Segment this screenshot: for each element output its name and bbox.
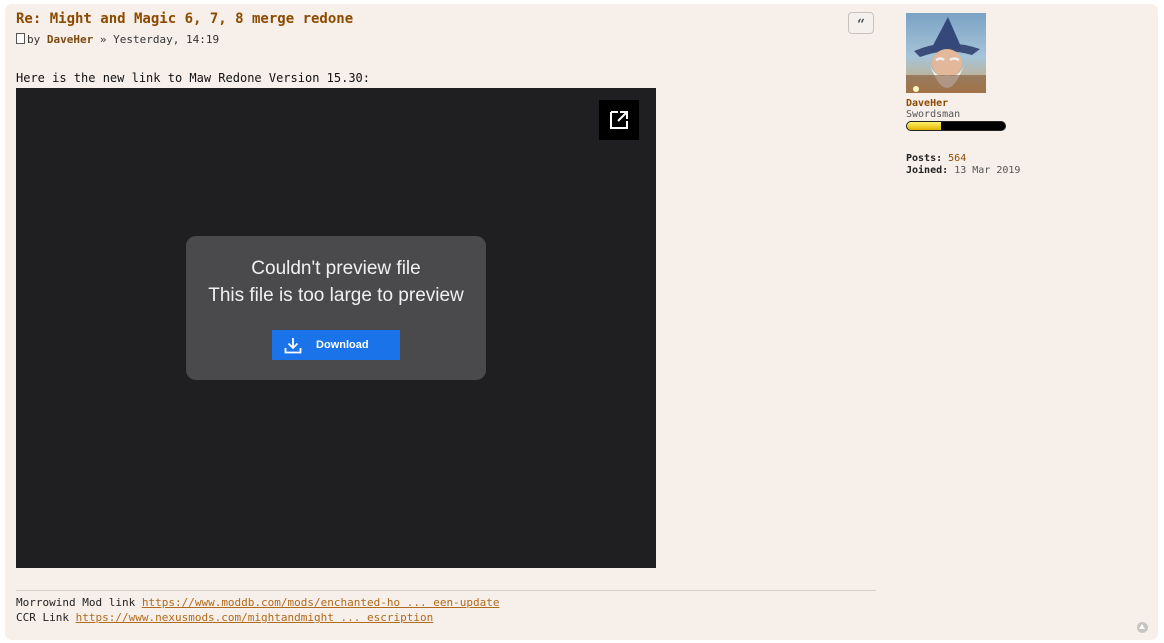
post-body-text: Here is the new link to Maw Redone Versi…	[16, 71, 371, 85]
joined-label: Joined:	[906, 165, 949, 176]
moddb-link[interactable]: https://www.moddb.com/mods/enchanted-ho …	[142, 596, 500, 609]
signature-line-morrowind: Morrowind Mod link https://www.moddb.com…	[16, 595, 876, 610]
preview-error-title: Couldn't preview file	[251, 258, 421, 279]
preview-error-card: Couldn't preview file This file is too l…	[186, 236, 486, 380]
signature: Morrowind Mod link https://www.moddb.com…	[16, 590, 876, 625]
quote-button[interactable]: “	[848, 12, 874, 34]
posts-label: Posts:	[906, 153, 943, 164]
post-author-link[interactable]: DaveHer	[47, 33, 93, 46]
post-profile: DaveHer Swordsman Posts: 564 Joined: 13 …	[906, 13, 1146, 177]
post-container: Re: Might and Magic 6, 7, 8 merge redone…	[5, 4, 1158, 640]
post-meta: by DaveHer » Yesterday, 14:19	[16, 33, 219, 46]
profile-stats: Posts: 564 Joined: 13 Mar 2019	[906, 153, 1146, 177]
profile-username[interactable]: DaveHer	[906, 98, 1146, 109]
avatar[interactable]	[906, 13, 986, 93]
open-in-new-icon	[610, 111, 628, 129]
rank-bar-fill	[907, 122, 942, 130]
rank-bar	[906, 121, 1006, 131]
post-icon[interactable]	[16, 33, 25, 44]
joined-date: 13 Mar 2019	[954, 165, 1021, 176]
file-preview-embed: Couldn't preview file This file is too l…	[16, 88, 656, 568]
nexusmods-link[interactable]: https://www.nexusmods.com/mightandmight …	[76, 611, 434, 624]
signature-label-morrowind: Morrowind Mod link	[16, 596, 136, 609]
download-button[interactable]: Download	[272, 330, 400, 360]
quote-icon: “	[856, 17, 866, 33]
profile-joined: Joined: 13 Mar 2019	[906, 165, 1146, 177]
post-time: Yesterday, 14:19	[113, 33, 220, 46]
profile-posts: Posts: 564	[906, 153, 1146, 165]
post-title[interactable]: Re: Might and Magic 6, 7, 8 merge redone	[16, 11, 353, 27]
preview-error-message: This file is too large to preview	[208, 285, 464, 306]
posts-count-link[interactable]: 564	[948, 153, 966, 164]
download-icon	[284, 338, 302, 354]
popout-button[interactable]	[599, 100, 639, 140]
post-by: by	[27, 33, 41, 46]
wizard-avatar-image	[906, 17, 986, 93]
signature-line-ccr: CCR Link https://www.nexusmods.com/might…	[16, 610, 876, 625]
back-to-top-button[interactable]	[1137, 622, 1148, 633]
signature-label-ccr: CCR Link	[16, 611, 69, 624]
meta-separator: »	[99, 33, 107, 46]
download-label: Download	[316, 339, 369, 351]
profile-rank: Swordsman	[906, 109, 961, 120]
